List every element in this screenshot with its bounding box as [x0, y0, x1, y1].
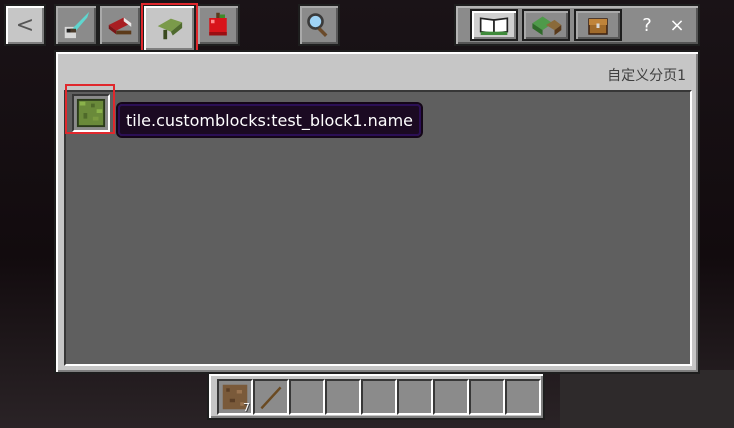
hotbar-slot-9[interactable]: [505, 379, 541, 415]
hotbar-slot-5[interactable]: [361, 379, 397, 415]
tab-furniture[interactable]: [98, 4, 142, 46]
hotbar: 7: [207, 372, 545, 420]
hotbar-slot-6[interactable]: [397, 379, 433, 415]
bed-icon: [108, 17, 132, 35]
grid-slot-test-block1[interactable]: [72, 94, 110, 132]
hotbar-slot-8[interactable]: [469, 379, 505, 415]
hotbar-slot-1[interactable]: 7: [217, 379, 253, 415]
tab-custom[interactable]: [142, 4, 196, 50]
item-count: 7: [243, 401, 250, 414]
hotbar-slot-2[interactable]: [253, 379, 289, 415]
hotbar-slot-7[interactable]: [433, 379, 469, 415]
tab-crafting[interactable]: [522, 9, 570, 41]
tooltip-text: tile.customblocks:test_block1.name: [126, 110, 414, 130]
hotbar-slot-4[interactable]: [325, 379, 361, 415]
close-icon: ×: [669, 14, 685, 36]
world-shadow: [560, 370, 734, 428]
book-icon: [479, 17, 509, 35]
grass-block-icon: [76, 98, 106, 128]
tab-food[interactable]: [196, 4, 240, 46]
chest-icon: [588, 18, 608, 35]
creative-panel: 自定义分页1: [54, 50, 700, 374]
cube-stack-icon: [532, 16, 562, 36]
tab-recipe-book[interactable]: [470, 9, 518, 41]
back-arrow-icon: <: [15, 12, 35, 38]
magnifier-icon: [307, 13, 328, 37]
back-button[interactable]: <: [4, 4, 46, 46]
item-tooltip: tile.customblocks:test_block1.name: [115, 102, 424, 138]
search-button[interactable]: [298, 4, 340, 46]
close-button[interactable]: ×: [666, 12, 688, 38]
leaf-tab-icon: [157, 18, 183, 40]
tab-combat[interactable]: [54, 4, 98, 46]
stick-icon: [260, 386, 282, 410]
apple-icon: [209, 12, 227, 36]
hotbar-slot-3[interactable]: [289, 379, 325, 415]
help-button[interactable]: ?: [636, 12, 658, 38]
page-title: 自定义分页1: [607, 68, 686, 84]
help-label: ?: [642, 14, 652, 36]
tab-inventory[interactable]: [574, 9, 622, 41]
sword-helmet-icon: [64, 11, 90, 39]
